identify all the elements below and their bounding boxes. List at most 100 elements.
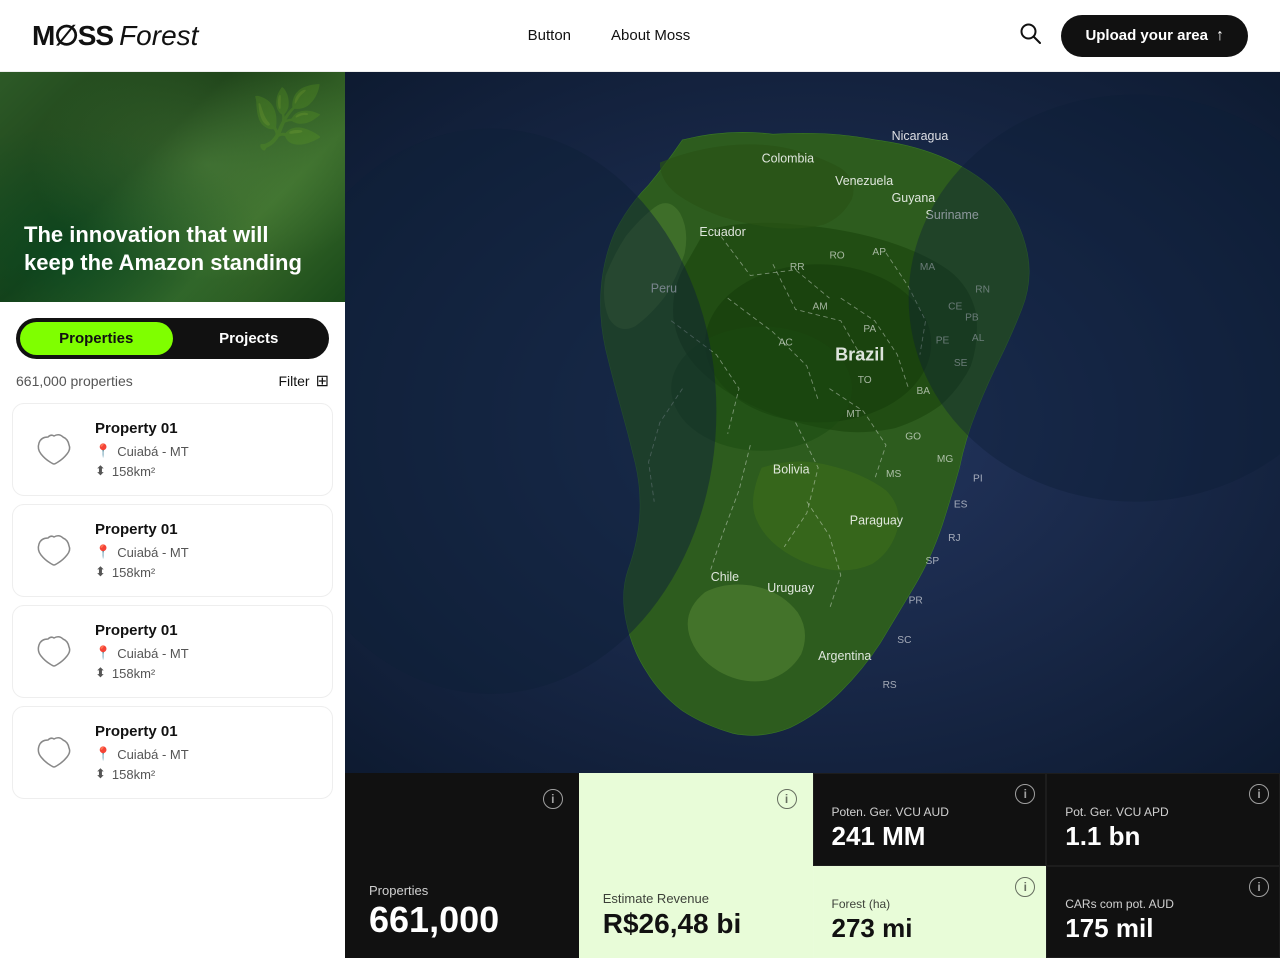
label-nicaragua: Nicaragua (892, 129, 949, 143)
label-bolivia: Bolivia (773, 462, 810, 476)
property-meta: 📍 Cuiabá - MT ⬍ 158km² (95, 544, 316, 580)
stats-row: i Properties 661,000 i Estimate Revenue … (345, 773, 1280, 958)
right-stats: i Poten. Ger. VCU AUD 241 MM i Pot. Ger.… (813, 773, 1280, 958)
svg-text:TO: TO (858, 375, 872, 386)
property-area: ⬍ 158km² (95, 665, 316, 681)
stat-value: 175 mil (1065, 914, 1261, 943)
property-info: Property 01 📍 Cuiabá - MT ⬍ 158km² (95, 723, 316, 782)
stat-info-icon[interactable]: i (1015, 784, 1035, 804)
hero-decoration: 🌿 (250, 82, 325, 153)
tab-projects[interactable]: Projects (173, 322, 326, 355)
hero-image: 🌿 The innovation that will keep the Amaz… (0, 72, 345, 302)
label-guyana: Guyana (892, 191, 936, 205)
stat-label: Poten. Ger. VCU AUD (832, 805, 1028, 819)
property-info: Property 01 📍 Cuiabá - MT ⬍ 158km² (95, 420, 316, 479)
map-container[interactable]: Venezuela Colombia Guyana Suriname Ecuad… (345, 72, 1280, 773)
property-name: Property 01 (95, 723, 316, 740)
property-info: Property 01 📍 Cuiabá - MT ⬍ 158km² (95, 521, 316, 580)
main-layout: 🌿 The innovation that will keep the Amaz… (0, 72, 1280, 958)
nav-about-link[interactable]: About Moss (611, 27, 690, 44)
upload-area-button[interactable]: Upload your area ↑ (1061, 15, 1248, 57)
svg-text:RS: RS (883, 680, 897, 691)
filter-row: 661,000 properties Filter ⊞ (0, 359, 345, 403)
property-card[interactable]: Property 01 📍 Cuiabá - MT ⬍ 158km² (12, 403, 333, 496)
stat-card-pot-ger-vcu-apd: i Pot. Ger. VCU APD 1.1 bn (1046, 773, 1280, 866)
logo-forest: Forest (119, 20, 198, 52)
navbar: M∅SS Forest Button About Moss Upload you… (0, 0, 1280, 72)
svg-text:RR: RR (790, 262, 805, 273)
area-icon: ⬍ (95, 564, 106, 580)
stat-label: Forest (ha) (832, 897, 1028, 911)
upload-icon: ↑ (1216, 27, 1224, 45)
property-icon (29, 627, 79, 677)
stat-value: R$26,48 bi (603, 910, 789, 938)
svg-text:SC: SC (897, 635, 911, 646)
property-meta: 📍 Cuiabá - MT ⬍ 158km² (95, 746, 316, 782)
svg-text:ES: ES (954, 499, 968, 510)
property-card[interactable]: Property 01 📍 Cuiabá - MT ⬍ 158km² (12, 706, 333, 799)
svg-text:GO: GO (905, 431, 921, 442)
property-location: 📍 Cuiabá - MT (95, 746, 316, 762)
stat-info-icon[interactable]: i (1015, 877, 1035, 897)
svg-text:BA: BA (917, 386, 931, 397)
nav-links: Button About Moss (528, 27, 691, 44)
svg-text:RO: RO (829, 251, 844, 262)
stat-info-icon[interactable]: i (543, 789, 563, 809)
logo-moss: M∅SS (32, 19, 113, 52)
upload-label: Upload your area (1085, 27, 1208, 44)
location-icon: 📍 (95, 645, 111, 661)
area-icon: ⬍ (95, 665, 106, 681)
label-uruguay: Uruguay (767, 581, 815, 595)
tab-properties[interactable]: Properties (20, 322, 173, 355)
area-icon: ⬍ (95, 766, 106, 782)
property-icon (29, 526, 79, 576)
property-area: ⬍ 158km² (95, 564, 316, 580)
filter-icon: ⊞ (316, 371, 329, 391)
property-meta: 📍 Cuiabá - MT ⬍ 158km² (95, 645, 316, 681)
filter-label: Filter (278, 373, 309, 389)
stat-card-poten-ger-vcu-aud: i Poten. Ger. VCU AUD 241 MM (813, 773, 1047, 866)
logo: M∅SS Forest (32, 19, 198, 52)
svg-text:PI: PI (973, 473, 983, 484)
svg-text:PR: PR (909, 595, 923, 606)
label-brazil: Brazil (835, 344, 884, 364)
stat-label: Properties (369, 883, 555, 898)
property-meta: 📍 Cuiabá - MT ⬍ 158km² (95, 443, 316, 479)
property-location: 📍 Cuiabá - MT (95, 645, 316, 661)
label-argentina: Argentina (818, 649, 871, 663)
svg-text:AP: AP (872, 247, 886, 258)
property-icon (29, 728, 79, 778)
property-card[interactable]: Property 01 📍 Cuiabá - MT ⬍ 158km² (12, 605, 333, 698)
svg-text:MG: MG (937, 454, 953, 465)
filter-button[interactable]: Filter ⊞ (278, 371, 329, 391)
svg-text:SP: SP (926, 556, 940, 567)
location-icon: 📍 (95, 746, 111, 762)
stat-value: 661,000 (369, 902, 555, 938)
property-icon (29, 425, 79, 475)
property-location: 📍 Cuiabá - MT (95, 443, 316, 459)
property-area: ⬍ 158km² (95, 766, 316, 782)
location-icon: 📍 (95, 544, 111, 560)
left-stats: i Properties 661,000 i Estimate Revenue … (345, 773, 813, 958)
stat-value: 241 MM (832, 822, 1028, 851)
tabs-container: Properties Projects (16, 318, 329, 359)
nav-actions: Upload your area ↑ (1019, 15, 1248, 57)
properties-count-label: 661,000 properties (16, 373, 133, 389)
property-area: ⬍ 158km² (95, 463, 316, 479)
stat-info-icon[interactable]: i (1249, 784, 1269, 804)
map-svg: Venezuela Colombia Guyana Suriname Ecuad… (345, 72, 1280, 773)
stat-value: 273 mi (832, 914, 1028, 943)
nav-button-link[interactable]: Button (528, 27, 571, 44)
search-button[interactable] (1019, 22, 1041, 50)
label-venezuela: Venezuela (835, 174, 893, 188)
stat-info-icon[interactable]: i (777, 789, 797, 809)
stat-card-properties-count: i Properties 661,000 (345, 773, 579, 958)
stat-card-forest-ha: i Forest (ha) 273 mi (813, 866, 1047, 958)
property-name: Property 01 (95, 521, 316, 538)
stat-label: Pot. Ger. VCU APD (1065, 805, 1261, 819)
stat-info-icon[interactable]: i (1249, 877, 1269, 897)
property-location: 📍 Cuiabá - MT (95, 544, 316, 560)
property-info: Property 01 📍 Cuiabá - MT ⬍ 158km² (95, 622, 316, 681)
stat-label: CARs com pot. AUD (1065, 897, 1261, 911)
property-card[interactable]: Property 01 📍 Cuiabá - MT ⬍ 158km² (12, 504, 333, 597)
